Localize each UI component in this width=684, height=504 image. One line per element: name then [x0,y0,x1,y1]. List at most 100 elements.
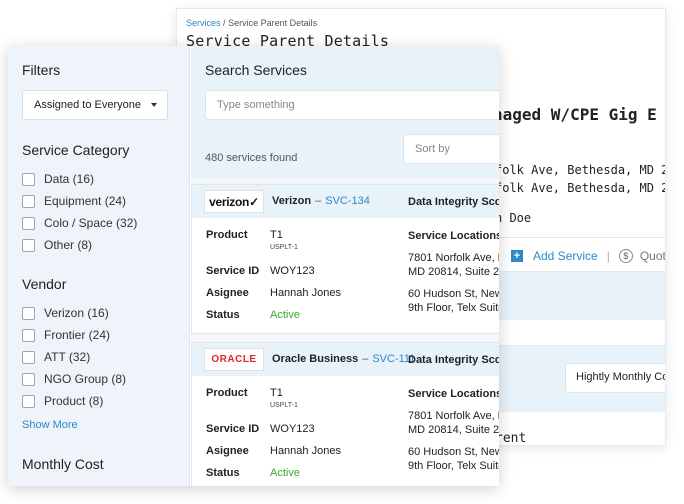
location-a-line2: MD 20814, Suite 20 [408,266,499,278]
filters-title: Filters [22,62,61,78]
location-a-line1: 7801 Norfolk Ave, B [408,410,499,422]
service-id-value: WOY123 [270,423,315,435]
service-id-label: Service ID [206,423,260,435]
data-integrity-label: Data Integrity Score [408,354,499,366]
verizon-logo: verizon ✓ [204,190,264,213]
service-address-z: folk Ave, Bethesda, MD 20814, S [495,181,665,195]
status-label: Status [206,309,240,321]
filter-vendor-product[interactable]: Product (8) [22,394,103,408]
monthly-cost-title: Monthly Cost [22,456,104,472]
filter-vendor-ngo-group[interactable]: NGO Group (8) [22,372,126,386]
filter-label: Product (8) [44,394,104,408]
location-a-line2: MD 20814, Suite 20 [408,424,499,436]
filter-label: Verizon (16) [44,306,109,320]
product-label: Product [206,229,248,241]
filter-label: Frontier (24) [44,328,111,342]
actions-separator: | [606,249,610,263]
product-sub: USPLT-1 [270,402,298,409]
service-actions: + Add Service | $ Quote [511,249,665,263]
breadcrumb-services-link[interactable]: Services [186,18,221,28]
data-integrity-label: Data Integrity Score [408,196,499,208]
checkbox[interactable] [22,350,35,364]
caret-down-icon [151,103,157,107]
filter-label: Equipment (24) [44,194,127,208]
assignee-value: Hannah Jones [270,445,341,457]
search-input[interactable]: Type something [205,90,499,120]
billing-frequency-select[interactable]: Hightly Monthly Co [565,363,665,393]
quote-button[interactable]: Quote [640,249,665,263]
add-icon[interactable]: + [511,250,523,262]
filter-category-colo-space[interactable]: Colo / Space (32) [22,216,137,230]
checkbox[interactable] [22,238,35,252]
checkbox[interactable] [22,306,35,320]
status-badge: Active [270,467,300,479]
filter-label: Other (8) [44,238,93,252]
oracle-logo: ORACLE [204,348,264,371]
product-label: Product [206,387,248,399]
filter-vendor-att[interactable]: ATT (32) [22,350,90,364]
service-id-value: WOY123 [270,265,315,277]
filter-vendor-frontier[interactable]: Frontier (24) [22,328,110,342]
results-title: Search Services [205,62,307,78]
breadcrumb-separator: / [223,18,226,28]
assignee-label: Asignee [206,445,249,457]
location-z-line2: 9th Floor, Telx Suite [408,460,499,472]
sort-by-select[interactable]: Sort by [403,134,499,164]
filter-label: Data (16) [44,172,95,186]
filter-category-equipment[interactable]: Equipment (24) [22,194,126,208]
service-owner: n Doe [495,211,532,225]
service-id-label: Service ID [206,265,260,277]
results-header: Search Services Type something Sort by 4… [191,46,499,178]
checkbox[interactable] [22,394,35,408]
service-address-a: folk Ave, Bethesda, MD 20814, S [495,163,665,177]
card-title: Verizon – SVC-134 [272,195,370,207]
location-z-line1: 60 Hudson St, New [408,446,499,458]
checkbox[interactable] [22,194,35,208]
card-title: Oracle Business – SVC-111 [272,353,415,365]
filter-label: NGO Group (8) [44,372,127,386]
vendor-name: Verizon [272,195,312,207]
results-count: 480 services found [205,152,298,164]
service-locations-label: Service Locations [408,388,499,400]
product-value: T1 [270,387,283,399]
breadcrumb: Services / Service Parent Details [186,18,317,28]
dollar-icon[interactable]: $ [618,249,633,263]
service-card[interactable]: verizon ✓ Verizon – SVC-134 Data Integrity … [191,184,499,334]
filter-vendor-verizon[interactable]: Verizon (16) [22,306,109,320]
breadcrumb-current: Service Parent Details [228,18,318,28]
vendor-title: Vendor [22,276,67,292]
results-area: Search Services Type something Sort by 4… [191,46,499,486]
product-value: T1 [270,229,283,241]
status-label: Status [206,467,240,479]
add-service-button[interactable]: Add Service [533,249,598,263]
checkbox[interactable] [22,216,35,230]
service-category-title: Service Category [22,142,130,158]
assignee-label: Asignee [206,287,249,299]
filter-category-other[interactable]: Other (8) [22,238,92,252]
location-z-line2: 9th Floor, Telx Suite [408,302,499,314]
filter-label: Colo / Space (32) [44,216,138,230]
verizon-check-icon: ✓ [249,194,259,209]
checkbox[interactable] [22,328,35,342]
product-sub: USPLT-1 [270,244,298,251]
service-search-panel: Filters Assigned to Everyone Service Cat… [8,46,499,486]
checkbox[interactable] [22,372,35,386]
verizon-logo-text: verizon [209,194,250,209]
location-a-line1: 7801 Norfolk Ave, B [408,252,499,264]
show-more-link[interactable]: Show More [22,419,78,431]
assigned-to-select[interactable]: Assigned to Everyone [22,90,168,120]
title-dash: – [315,195,322,207]
title-dash: – [362,353,369,365]
checkbox[interactable] [22,172,35,186]
service-id-link[interactable]: SVC-134 [325,195,370,207]
filters-sidebar: Filters Assigned to Everyone Service Cat… [8,46,190,486]
assignee-value: Hannah Jones [270,287,341,299]
filter-category-data[interactable]: Data (16) [22,172,94,186]
service-name: naged W/CPE Gig E [493,105,657,124]
location-z-line1: 60 Hudson St, New [408,288,499,300]
parent-section-label: rent [495,431,527,446]
vendor-name: Oracle Business [272,353,359,365]
service-locations-label: Service Locations [408,230,499,242]
oracle-logo-text: ORACLE [211,354,257,365]
service-card[interactable]: ORACLE Oracle Business – SVC-111 Data Inte… [191,342,499,486]
